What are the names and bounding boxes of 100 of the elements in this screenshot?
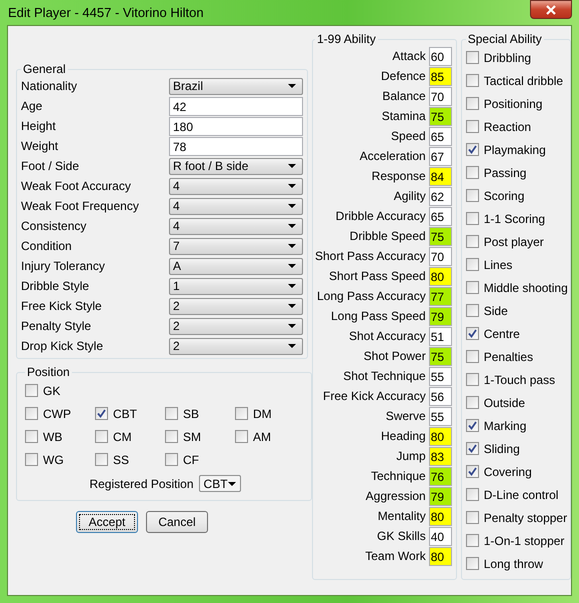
checkbox[interactable]	[466, 557, 479, 570]
checkbox-label: Covering	[484, 464, 532, 478]
checkbox[interactable]	[95, 407, 108, 420]
ability-label: Speed	[391, 129, 426, 143]
checkbox[interactable]	[95, 453, 108, 466]
checkbox[interactable]	[95, 430, 108, 443]
field-label: Weak Foot Accuracy	[21, 179, 131, 193]
ability-value-field[interactable]: 85	[428, 66, 452, 86]
ability-label: Team Work	[365, 549, 426, 563]
checkbox[interactable]	[466, 143, 479, 156]
ability-label: Agility	[394, 189, 426, 203]
checkbox[interactable]	[466, 396, 479, 409]
checkbox-label: Playmaking	[484, 142, 546, 156]
checkbox[interactable]	[466, 189, 479, 202]
field-label: Nationality	[21, 79, 78, 93]
ability-value-field[interactable]: 80	[428, 546, 452, 566]
input-field[interactable]: 78	[169, 136, 303, 156]
ability-value-field[interactable]: 79	[428, 486, 452, 506]
checkbox[interactable]	[466, 327, 479, 340]
field-label: Free Kick Style	[21, 299, 102, 313]
dropdown[interactable]: 2	[169, 318, 303, 334]
ability-value-field[interactable]: 70	[428, 86, 452, 106]
caret-icon	[288, 84, 296, 88]
ability-label: Swerve	[386, 409, 426, 423]
checkbox[interactable]	[466, 97, 479, 110]
ability-value-field[interactable]: 70	[428, 246, 452, 266]
checkbox[interactable]	[466, 419, 479, 432]
checkbox[interactable]	[466, 511, 479, 524]
checkbox[interactable]	[466, 488, 479, 501]
group-title: Position	[26, 365, 71, 379]
checkbox[interactable]	[466, 373, 479, 386]
checkbox[interactable]	[466, 350, 479, 363]
caret-icon	[288, 264, 296, 268]
ability-value-field[interactable]: 75	[428, 106, 452, 126]
dropdown[interactable]: 2	[169, 338, 303, 354]
dialog-button[interactable]: Accept	[76, 511, 138, 533]
caret-icon	[288, 224, 296, 228]
ability-label: Stamina	[382, 109, 426, 123]
ability-value-field[interactable]: 40	[428, 526, 452, 546]
checkbox[interactable]	[25, 384, 38, 397]
ability-value-field[interactable]: 55	[428, 406, 452, 426]
dropdown[interactable]: 1	[169, 278, 303, 294]
checkbox[interactable]	[466, 120, 479, 133]
ability-value-field[interactable]: 51	[428, 326, 452, 346]
dropdown[interactable]: 2	[169, 298, 303, 314]
ability-value-field[interactable]: 65	[428, 126, 452, 146]
checkbox[interactable]	[25, 430, 38, 443]
checkbox[interactable]	[25, 453, 38, 466]
ability-value-field[interactable]: 80	[428, 426, 452, 446]
ability-value-field[interactable]: 79	[428, 306, 452, 326]
dropdown[interactable]: Brazil	[169, 78, 303, 94]
checkbox[interactable]	[235, 407, 248, 420]
ability-value-field[interactable]: 55	[428, 366, 452, 386]
checkbox[interactable]	[235, 430, 248, 443]
checkbox[interactable]	[165, 430, 178, 443]
ability-value-field[interactable]: 67	[428, 146, 452, 166]
checkbox[interactable]	[466, 534, 479, 547]
dropdown[interactable]: 4	[169, 198, 303, 214]
checkbox[interactable]	[466, 258, 479, 271]
ability-value-field[interactable]: 62	[428, 186, 452, 206]
checkbox[interactable]	[466, 465, 479, 478]
dropdown[interactable]: 4	[169, 178, 303, 194]
dropdown[interactable]: CBT	[198, 475, 241, 492]
ability-label: Short Pass Accuracy	[315, 249, 426, 263]
ability-value-field[interactable]: 75	[428, 346, 452, 366]
ability-value-field[interactable]: 75	[428, 226, 452, 246]
caret-icon	[288, 284, 296, 288]
dropdown[interactable]: R foot / B side	[169, 158, 303, 174]
checkbox[interactable]	[165, 407, 178, 420]
ability-value-field[interactable]: 60	[428, 46, 452, 66]
dialog-button[interactable]: Cancel	[146, 511, 208, 533]
checkbox[interactable]	[466, 74, 479, 87]
ability-value-field[interactable]: 84	[428, 166, 452, 186]
ability-value-field[interactable]: 65	[428, 206, 452, 226]
dropdown[interactable]: A	[169, 258, 303, 274]
ability-value-field[interactable]: 80	[428, 506, 452, 526]
checkbox[interactable]	[466, 442, 479, 455]
input-field[interactable]: 42	[169, 96, 303, 116]
close-button[interactable]	[530, 0, 572, 19]
ability-value-field[interactable]: 76	[428, 466, 452, 486]
checkbox[interactable]	[466, 166, 479, 179]
checkbox[interactable]	[25, 407, 38, 420]
checkbox-label: Outside	[484, 396, 526, 410]
field-label: Consistency	[21, 219, 86, 233]
checkbox[interactable]	[165, 453, 178, 466]
ability-value-field[interactable]: 77	[428, 286, 452, 306]
checkbox[interactable]	[466, 51, 479, 64]
ability-value-field[interactable]: 56	[428, 386, 452, 406]
checkbox[interactable]	[466, 304, 479, 317]
input-field[interactable]: 180	[169, 116, 303, 136]
checkbox-label: D-Line control	[484, 488, 558, 502]
checkbox[interactable]	[466, 281, 479, 294]
dropdown[interactable]: 7	[169, 238, 303, 254]
checkbox-label: SB	[183, 406, 200, 420]
ability-value-field[interactable]: 80	[428, 266, 452, 286]
checkbox[interactable]	[466, 235, 479, 248]
dropdown[interactable]: 4	[169, 218, 303, 234]
checkbox-label: Dribbling	[484, 50, 532, 64]
checkbox[interactable]	[466, 212, 479, 225]
ability-value-field[interactable]: 83	[428, 446, 452, 466]
